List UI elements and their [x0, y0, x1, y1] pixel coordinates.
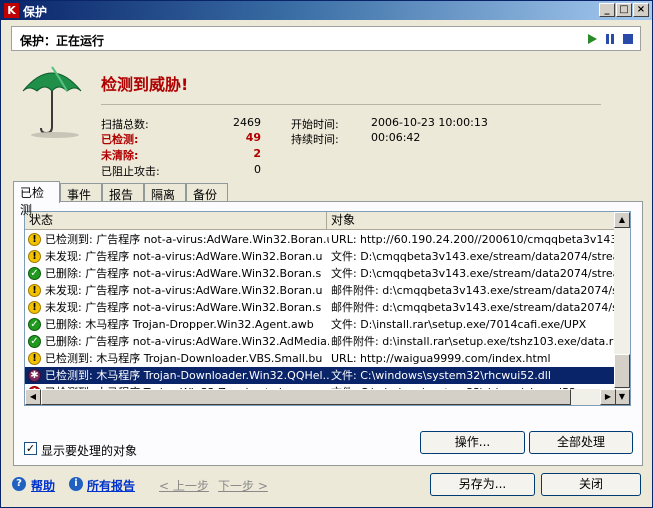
stat-label-scanned: 扫描总数: [101, 118, 149, 131]
row-status: 已检测到: 木马程序 Trojan-Downloader.Win32.QQHel… [45, 369, 329, 382]
play-icon[interactable] [586, 33, 598, 45]
protection-window: K 保护 _ □ × 保护：正在运行 检测到威胁! 扫描总数: 2469 已检测… [0, 0, 653, 508]
all-reports-link[interactable]: 所有报告 [87, 477, 135, 494]
warning-icon: ! [28, 250, 41, 263]
stop-icon[interactable] [622, 33, 634, 45]
tab-detected[interactable]: 已检测 [13, 181, 60, 217]
kaspersky-logo-icon: K [4, 3, 19, 18]
tab-quarantine[interactable]: 隔离 [144, 183, 186, 202]
row-status: 已删除: 广告程序 not-a-virus:AdWare.Win32.Boran… [45, 267, 322, 280]
check-icon: ✓ [28, 318, 41, 331]
title-bar: K 保护 _ □ × [1, 1, 652, 20]
maximize-button[interactable]: □ [616, 3, 632, 17]
table-row[interactable]: ✱ 已检测到: 木马程序 Trojan-Downloader.Win32.QQHe… [25, 367, 616, 384]
row-object: 文件: D:\install.rar\setup.exe/7014cafi.ex… [331, 318, 587, 331]
tab-backup[interactable]: 备份 [186, 183, 228, 202]
row-object: 文件: C:\windows\system32\rhcwui52.dll [331, 369, 551, 382]
threat-list[interactable]: 状态 对象 ! 已检测到: 广告程序 not-a-virus:AdWare.Win… [24, 211, 631, 406]
list-header: 状态 对象 [25, 212, 616, 230]
warning-icon: ! [28, 284, 41, 297]
help-icon[interactable]: ? [12, 477, 26, 491]
scroll-left-icon[interactable]: ◀ [25, 389, 41, 405]
check-icon: ✓ [28, 335, 41, 348]
protection-status: 保护：正在运行 [20, 34, 105, 48]
save-as-button[interactable]: 另存为... [430, 473, 535, 496]
row-status: 未发现: 广告程序 not-a-virus:AdWare.Win32.Boran… [45, 301, 322, 314]
vertical-scrollbar[interactable]: ▲ ▼ [614, 212, 630, 405]
horizontal-scroll-thumb[interactable] [41, 389, 571, 405]
prev-step-link: < 上一步 [159, 479, 209, 493]
stat-value-scanned: 2469 [233, 116, 261, 129]
start-time-label: 开始时间: [291, 118, 339, 131]
row-status: 已删除: 广告程序 not-a-virus:AdWare.Win32.AdMed… [45, 335, 329, 348]
vertical-scroll-thumb[interactable] [614, 354, 630, 388]
divider [101, 104, 601, 105]
table-row[interactable]: ! 已检测到: 木马程序 Trojan-Downloader.VBS.Small.… [25, 350, 616, 367]
duration-value: 00:06:42 [371, 131, 421, 144]
table-row[interactable]: ✓ 已删除: 广告程序 not-a-virus:AdWare.Win32.Bora… [25, 265, 616, 282]
list-rows: ! 已检测到: 广告程序 not-a-virus:AdWare.Win32.Bor… [25, 231, 616, 401]
warning-icon: ! [28, 233, 41, 246]
row-object: URL: http://waigua9999.com/index.html [331, 352, 551, 365]
table-row[interactable]: ! 未发现: 广告程序 not-a-virus:AdWare.Win32.Bora… [25, 282, 616, 299]
show-pending-checkbox[interactable]: ✓ [24, 442, 37, 455]
column-header-object[interactable]: 对象 [327, 212, 616, 230]
threat-headline: 检测到威胁! [101, 75, 189, 94]
warning-icon: ! [28, 352, 41, 365]
stat-label-detected: 已检测: [101, 133, 139, 146]
row-object: 文件: D:\cmqqbeta3v143.exe/stream/data2074… [331, 267, 616, 280]
bug-icon: ✱ [28, 369, 41, 382]
stat-value-detected: 49 [245, 131, 261, 144]
minimize-button[interactable]: _ [599, 3, 615, 17]
umbrella-shield-icon [22, 66, 82, 138]
start-time-value: 2006-10-23 10:00:13 [371, 116, 488, 129]
reports-icon[interactable]: i [69, 477, 83, 491]
close-button[interactable]: 关闭 [541, 473, 641, 496]
help-link[interactable]: 帮助 [31, 477, 55, 494]
row-status: 已检测到: 广告程序 not-a-virus:AdWare.Win32.Bora… [45, 233, 329, 246]
horizontal-scrollbar[interactable]: ◀ ▶ [25, 389, 616, 405]
stat-label-blocked: 已阻止攻击: [101, 165, 160, 178]
window-title: 保护 [23, 5, 48, 19]
row-object: 文件: D:\cmqqbeta3v143.exe/stream/data2074… [331, 250, 616, 263]
row-status: 未发现: 广告程序 not-a-virus:AdWare.Win32.Boran… [45, 284, 323, 297]
actions-button[interactable]: 操作... [420, 431, 525, 454]
row-status: 已检测到: 木马程序 Trojan-Downloader.VBS.Small.b… [45, 352, 323, 365]
next-step-link: 下一步 > [218, 479, 268, 493]
status-header: 保护：正在运行 [11, 26, 641, 51]
row-status: 已删除: 木马程序 Trojan-Dropper.Win32.Agent.awb [45, 318, 314, 331]
table-row[interactable]: ✓ 已删除: 广告程序 not-a-virus:AdWare.Win32.AdMe… [25, 333, 616, 350]
row-object: 邮件附件: d:\install.rar\setup.exe/tshz103.e… [331, 335, 616, 348]
table-row[interactable]: ! 未发现: 广告程序 not-a-virus:AdWare.Win32.Bora… [25, 299, 616, 316]
tab-reports[interactable]: 报告 [102, 183, 144, 202]
scroll-down-icon[interactable]: ▼ [614, 389, 630, 405]
row-status: 未发现: 广告程序 not-a-virus:AdWare.Win32.Boran… [45, 250, 323, 263]
stat-value-uncleaned: 2 [253, 147, 261, 160]
scroll-right-icon[interactable]: ▶ [600, 389, 616, 405]
stat-value-blocked: 0 [254, 163, 261, 176]
detected-panel: 状态 对象 ! 已检测到: 广告程序 not-a-virus:AdWare.Win… [13, 201, 643, 466]
column-header-status[interactable]: 状态 [25, 212, 327, 230]
row-object: URL: http://60.190.24.200//200610/cmqqbe… [331, 233, 616, 246]
table-row[interactable]: ! 已检测到: 广告程序 not-a-virus:AdWare.Win32.Bor… [25, 231, 616, 248]
row-object: 邮件附件: d:\cmqqbeta3v143.exe/stream/data20… [331, 301, 616, 314]
row-object: 邮件附件: d:\cmqqbeta3v143.exe/stream/data20… [331, 284, 616, 297]
table-row[interactable]: ✓ 已删除: 木马程序 Trojan-Dropper.Win32.Agent.aw… [25, 316, 616, 333]
close-window-button[interactable]: × [633, 3, 649, 17]
tab-events[interactable]: 事件 [60, 183, 102, 202]
scroll-up-icon[interactable]: ▲ [614, 212, 630, 228]
pause-icon[interactable] [604, 33, 616, 45]
warning-icon: ! [28, 301, 41, 314]
stat-label-uncleaned: 未清除: [101, 149, 139, 162]
process-all-button[interactable]: 全部处理 [529, 431, 633, 454]
table-row[interactable]: ! 未发现: 广告程序 not-a-virus:AdWare.Win32.Bora… [25, 248, 616, 265]
duration-label: 持续时间: [291, 133, 339, 146]
check-icon: ✓ [28, 267, 41, 280]
show-pending-label: 显示要处理的对象 [41, 444, 138, 458]
